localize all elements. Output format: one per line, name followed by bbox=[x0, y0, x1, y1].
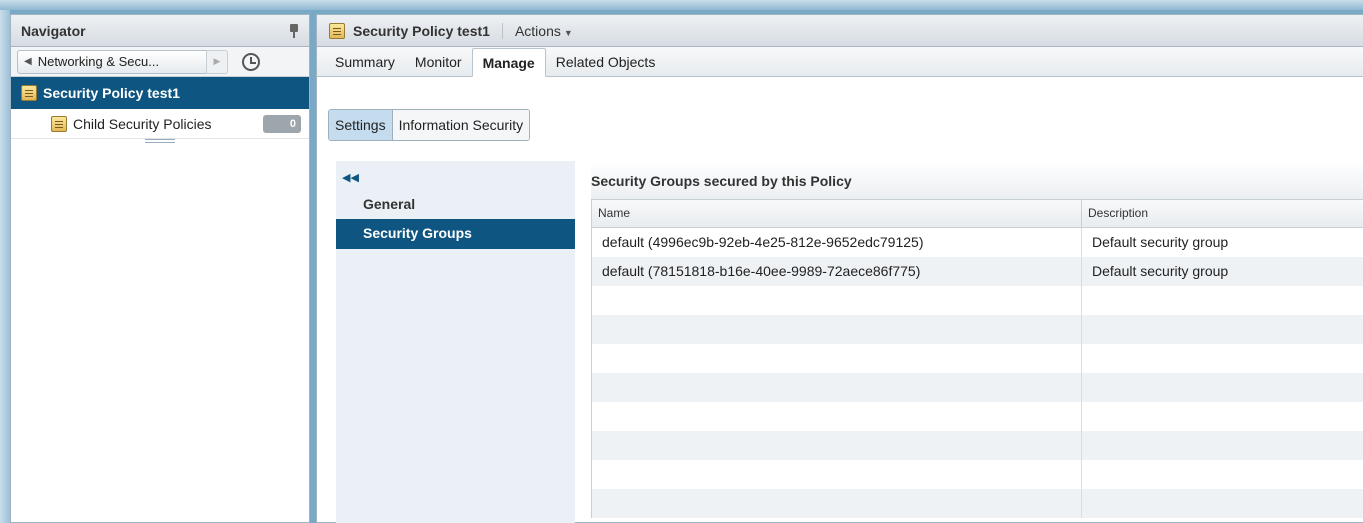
main-panel: Security Policy test1 Actions ▼ Summary M… bbox=[316, 14, 1363, 523]
tree-item-label: Child Security Policies bbox=[73, 115, 212, 132]
nav-item-general[interactable]: General bbox=[336, 191, 575, 219]
empty-row bbox=[592, 344, 1363, 373]
tab-monitor[interactable]: Monitor bbox=[405, 50, 472, 76]
forward-arrow-icon: ▶ bbox=[213, 56, 221, 66]
empty-row bbox=[592, 489, 1363, 518]
column-header-description[interactable]: Description bbox=[1082, 200, 1363, 227]
tree-item-child-policies[interactable]: Child Security Policies 0 bbox=[11, 109, 309, 139]
tab-manage[interactable]: Manage bbox=[471, 48, 546, 77]
collapse-icon[interactable]: ◀◀ bbox=[336, 161, 575, 191]
navigator-panel: Navigator ◀ Networking & Secu... ▶ Secur… bbox=[10, 14, 310, 523]
window-frame-left bbox=[0, 10, 10, 523]
table-row[interactable]: default (4996ec9b-92eb-4e25-812e-9652edc… bbox=[592, 228, 1363, 257]
navigator-toolbar: ◀ Networking & Secu... ▶ bbox=[11, 47, 309, 77]
table-row[interactable]: default (78151818-b16e-40ee-9989-72aece8… bbox=[592, 257, 1363, 286]
tree-item-security-policy[interactable]: Security Policy test1 bbox=[11, 77, 309, 109]
cell-name: default (78151818-b16e-40ee-9989-72aece8… bbox=[592, 257, 1082, 286]
subtab-settings[interactable]: Settings bbox=[329, 110, 393, 140]
policy-icon bbox=[329, 22, 345, 39]
back-button-label: Networking & Secu... bbox=[37, 54, 160, 69]
section-title: Security Groups secured by this Policy bbox=[591, 161, 1363, 199]
empty-row bbox=[592, 460, 1363, 489]
tree-item-label: Security Policy test1 bbox=[43, 85, 180, 101]
actions-menu[interactable]: Actions ▼ bbox=[511, 23, 573, 39]
settings-nav: ◀◀ General Security Groups bbox=[336, 161, 575, 523]
nav-item-security-groups[interactable]: Security Groups bbox=[336, 219, 575, 249]
empty-row bbox=[592, 402, 1363, 431]
column-header-name[interactable]: Name bbox=[592, 200, 1082, 227]
tab-summary[interactable]: Summary bbox=[325, 50, 405, 76]
back-arrow-icon: ◀ bbox=[24, 56, 32, 67]
subtab-information-security[interactable]: Information Security bbox=[392, 110, 530, 140]
cell-description: Default security group bbox=[1092, 263, 1229, 279]
tab-bar: Summary Monitor Manage Related Objects bbox=[317, 47, 1363, 77]
policy-icon bbox=[51, 115, 67, 132]
subtab-group: Settings Information Security bbox=[328, 109, 531, 141]
empty-row bbox=[592, 373, 1363, 402]
chevron-down-icon: ▼ bbox=[563, 27, 573, 38]
forward-button[interactable]: ▶ bbox=[206, 49, 228, 74]
cell-description: Default security group bbox=[1092, 234, 1229, 250]
security-groups-table: Name Description default (4996ec9b-92eb-… bbox=[591, 199, 1363, 518]
count-badge: 0 bbox=[263, 115, 301, 133]
tab-related-objects[interactable]: Related Objects bbox=[546, 50, 666, 76]
empty-row bbox=[592, 315, 1363, 344]
cell-name: default (4996ec9b-92eb-4e25-812e-9652edc… bbox=[592, 228, 1082, 257]
actions-label: Actions bbox=[514, 22, 561, 39]
history-icon[interactable] bbox=[242, 52, 260, 71]
window-frame-top bbox=[0, 0, 1363, 10]
policy-icon bbox=[21, 85, 37, 101]
table-header: Name Description bbox=[592, 200, 1363, 228]
main-header: Security Policy test1 Actions ▼ bbox=[317, 15, 1363, 47]
pin-icon[interactable] bbox=[287, 23, 301, 39]
empty-row bbox=[592, 431, 1363, 460]
resize-handle[interactable] bbox=[145, 139, 175, 143]
back-button[interactable]: ◀ Networking & Secu... bbox=[17, 49, 207, 74]
navigator-title: Navigator bbox=[21, 22, 86, 39]
empty-row bbox=[592, 286, 1363, 315]
navigator-header: Navigator bbox=[11, 15, 309, 47]
page-title: Security Policy test1 bbox=[353, 22, 503, 39]
content-area: Security Groups secured by this Policy N… bbox=[591, 161, 1363, 523]
